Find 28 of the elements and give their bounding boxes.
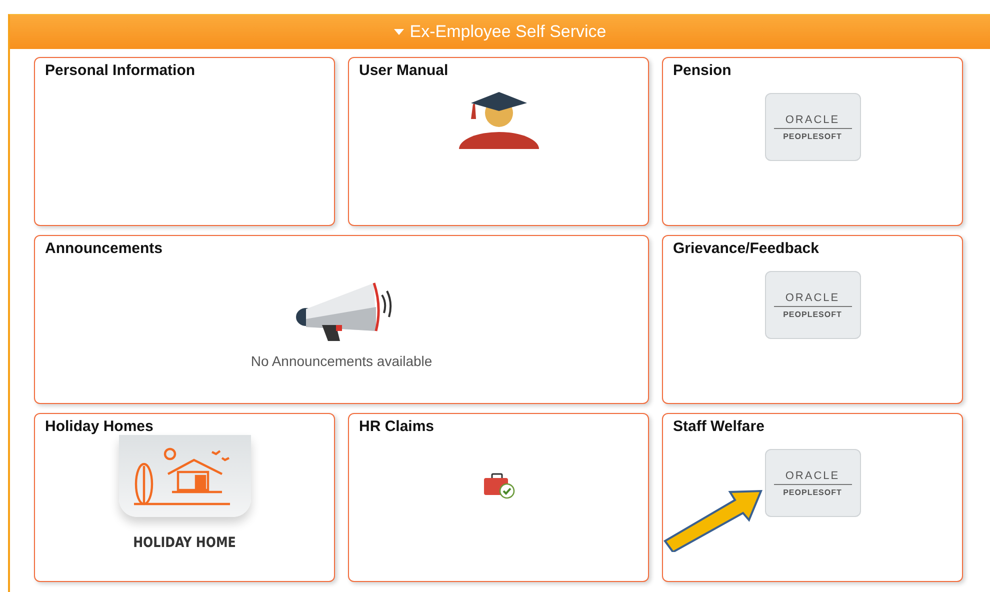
logo-text: ORACLE: [774, 114, 852, 128]
tile-title: HR Claims: [358, 417, 436, 435]
logo-text: PEOPLESOFT: [783, 132, 842, 140]
logo-text: ORACLE: [774, 470, 852, 484]
tile[interactable]: Holiday Homes HOLIDAY HOME: [34, 413, 335, 582]
tile[interactable]: Grievance/Feedback ORACLE PEOPLESOFT: [662, 235, 963, 404]
tile[interactable]: HR Claims: [348, 413, 649, 582]
tile[interactable]: Personal Information: [34, 57, 335, 226]
tile-title: Announcements: [44, 239, 164, 257]
briefcase-check-icon: [482, 473, 514, 499]
tile-title: Holiday Homes: [44, 417, 154, 435]
tile-title: Personal Information: [44, 61, 196, 79]
logo-text: PEOPLESOFT: [783, 310, 842, 318]
tile-title: User Manual: [358, 61, 450, 79]
logo-text: ORACLE: [774, 292, 852, 306]
caret-icon: [394, 28, 404, 36]
empty-message: No Announcements available: [250, 353, 432, 369]
logo-text: PEOPLESOFT: [783, 488, 842, 496]
tile-title: Grievance/Feedback: [672, 239, 820, 257]
tile-title: Pension: [672, 61, 732, 79]
tile[interactable]: Pension ORACLE PEOPLESOFT: [662, 57, 963, 226]
tile[interactable]: User Manual: [348, 57, 649, 226]
graduate-icon: [458, 89, 538, 159]
tile[interactable]: Announcements No Announcements available: [34, 235, 649, 404]
tile-title: Staff Welfare: [672, 417, 766, 435]
tile[interactable]: Staff Welfare ORACLE PEOPLESOFT: [662, 413, 963, 582]
holiday-home-caption: HOLIDAY HOME: [133, 535, 236, 551]
holiday-home-icon: [118, 435, 250, 517]
